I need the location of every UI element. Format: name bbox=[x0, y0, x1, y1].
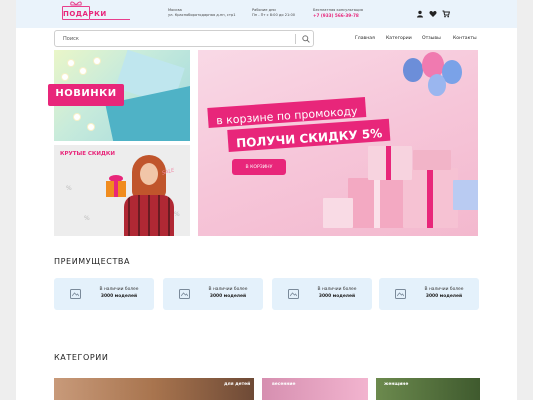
new-arrivals-badge[interactable]: НОВИНКИ bbox=[48, 84, 124, 106]
image-placeholder-icon bbox=[70, 289, 81, 299]
advantage-caption: В наличии более bbox=[208, 287, 248, 292]
promo-sale[interactable]: КРУТЫЕ СКИДКИ % % % SALE bbox=[54, 145, 190, 236]
new-arrivals-label: НОВИНКИ bbox=[55, 88, 117, 99]
hero-banner[interactable]: в корзине по промокоду ПОЛУЧИ СКИДКУ 5% … bbox=[198, 50, 478, 236]
advantage-card: В наличии более 3000 моделей bbox=[163, 278, 263, 310]
category-card-women[interactable]: женщине bbox=[376, 378, 480, 400]
balloon-image bbox=[428, 74, 446, 96]
categories-title: КАТЕГОРИИ bbox=[54, 353, 109, 362]
nav-home[interactable]: Главная bbox=[355, 36, 375, 41]
logo[interactable]: ПОДАРКИ bbox=[56, 1, 136, 25]
advantage-card: В наличии более 3000 моделей bbox=[379, 278, 479, 310]
search-divider bbox=[295, 34, 296, 44]
advantage-card: В наличии более 3000 моделей bbox=[272, 278, 372, 310]
gift-box bbox=[323, 198, 353, 228]
flower-image bbox=[68, 60, 74, 66]
advantage-caption: В наличии более bbox=[317, 287, 357, 292]
logo-text: ПОДАРКИ bbox=[63, 10, 107, 18]
logo-underline bbox=[90, 19, 130, 21]
advantage-value: 3000 моделей bbox=[425, 294, 463, 299]
category-label: для детей bbox=[224, 382, 251, 387]
user-icon[interactable] bbox=[416, 10, 424, 18]
percent-decor: % bbox=[174, 211, 180, 218]
category-label: весенние bbox=[272, 382, 296, 387]
advantage-value: 3000 моделей bbox=[209, 294, 247, 299]
advantage-caption: В наличии более bbox=[424, 287, 464, 292]
sale-title: КРУТЫЕ СКИДКИ bbox=[60, 151, 116, 157]
gift-ribbon bbox=[386, 146, 391, 180]
page: ПОДАРКИ Москва ул. Красноборотодарная д.… bbox=[16, 0, 517, 400]
advantages-title: ПРЕИМУЩЕСТВА bbox=[54, 257, 131, 266]
add-to-cart-button[interactable]: В КОРЗИНУ bbox=[232, 159, 286, 175]
gift-box bbox=[413, 150, 451, 170]
search-input[interactable] bbox=[63, 34, 283, 44]
nav-categories[interactable]: Категории bbox=[386, 36, 412, 41]
gift-ribbon bbox=[427, 168, 433, 228]
model-face bbox=[140, 163, 158, 185]
heart-icon[interactable] bbox=[429, 10, 437, 18]
search-bar bbox=[54, 30, 314, 47]
hours-value: Пн - Пт с 8:00 до 21:00 bbox=[252, 13, 296, 17]
gift-ribbon bbox=[374, 178, 380, 228]
top-header: ПОДАРКИ Москва ул. Красноборотодарная д.… bbox=[16, 0, 517, 28]
flower-image bbox=[80, 68, 86, 74]
phone-link[interactable]: +7 (933) 566-39-78 bbox=[313, 13, 393, 18]
search-icon[interactable] bbox=[302, 35, 310, 43]
percent-decor: % bbox=[84, 215, 90, 222]
image-placeholder-icon bbox=[288, 289, 299, 299]
flower-image bbox=[94, 58, 100, 64]
hours-block: Рабочие дни Пн - Пт с 8:00 до 21:00 bbox=[252, 8, 312, 18]
gift-box bbox=[453, 180, 478, 210]
nav-contacts[interactable]: Контакты bbox=[453, 36, 477, 41]
phone-block: Бесплатная консультация +7 (933) 566-39-… bbox=[313, 8, 393, 18]
cart-icon[interactable] bbox=[442, 10, 450, 18]
address-street: ул. Красноборотодарная д.нн, стр1 bbox=[168, 13, 236, 17]
flower-image bbox=[62, 74, 68, 80]
category-label: женщине bbox=[384, 382, 409, 387]
category-card-spring[interactable]: весенние bbox=[262, 378, 368, 400]
flower-image bbox=[74, 114, 80, 120]
advantage-value: 3000 моделей bbox=[318, 294, 356, 299]
category-card-kids[interactable]: для детей bbox=[54, 378, 254, 400]
gift-ribbon bbox=[114, 181, 118, 197]
advantage-value: 3000 моделей bbox=[100, 294, 138, 299]
advantage-caption: В наличии более bbox=[99, 287, 139, 292]
nav-reviews[interactable]: Отзывы bbox=[422, 36, 441, 41]
image-placeholder-icon bbox=[395, 289, 406, 299]
percent-decor: % bbox=[66, 185, 72, 192]
model-shirt bbox=[124, 195, 174, 236]
flower-image bbox=[88, 124, 94, 130]
advantage-card: В наличии более 3000 моделей bbox=[54, 278, 154, 310]
address-block: Москва ул. Красноборотодарная д.нн, стр1 bbox=[168, 8, 258, 18]
balloon-image bbox=[403, 58, 423, 82]
image-placeholder-icon bbox=[179, 289, 190, 299]
